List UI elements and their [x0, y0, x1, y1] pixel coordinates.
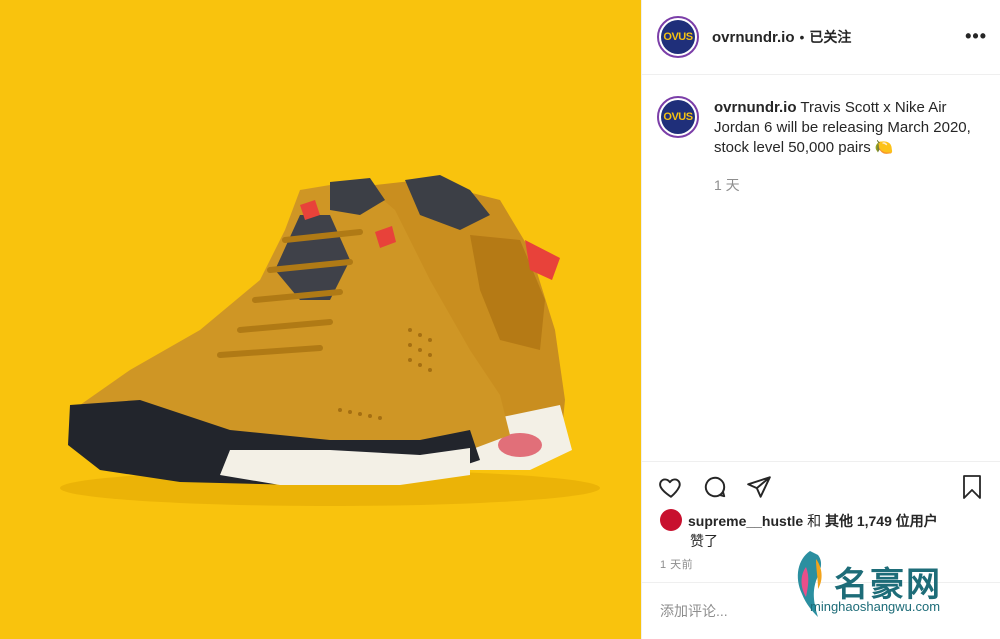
comment-input[interactable] — [660, 603, 810, 619]
avatar-logo: OVUS — [661, 100, 695, 134]
follow-status-button[interactable]: 已关注 — [809, 27, 851, 47]
caption-text: ovrnundr.io Travis Scott x Nike Air Jord… — [714, 98, 982, 158]
liker-avatar[interactable] — [660, 509, 682, 531]
liker-username[interactable]: supreme__hustle — [688, 513, 803, 529]
heart-icon[interactable] — [658, 474, 684, 500]
post-image[interactable] — [0, 0, 641, 639]
post-side-panel: OVUS ovrnundr.io • 已关注 ••• OVUS ovrnundr… — [641, 0, 1000, 639]
likes-others-link[interactable]: 其他 1,749 位用户 — [825, 513, 938, 529]
comment-icon[interactable] — [702, 474, 728, 500]
caption-username-link[interactable]: ovrnundr.io — [714, 99, 797, 116]
post-header: OVUS ovrnundr.io • 已关注 ••• — [642, 0, 1000, 75]
action-bar — [658, 474, 772, 500]
watermark-url: minghaoshangwu.com — [810, 599, 941, 614]
profile-avatar[interactable]: OVUS — [657, 16, 699, 58]
username-link[interactable]: ovrnundr.io — [712, 29, 795, 46]
actions-divider — [642, 461, 1000, 462]
sneaker-illustration — [60, 175, 600, 506]
site-watermark: 名豪网 minghaoshangwu.com — [790, 545, 990, 629]
more-options-icon[interactable]: ••• — [965, 26, 987, 47]
avatar-logo: OVUS — [661, 20, 695, 54]
caption-time: 1 天 — [714, 177, 740, 193]
share-icon[interactable] — [746, 474, 772, 500]
separator-dot: • — [799, 29, 805, 45]
caption-avatar[interactable]: OVUS — [657, 96, 699, 138]
post-timestamp[interactable]: 1 天前 — [660, 556, 693, 572]
likes-connector: 和 — [807, 513, 822, 529]
bookmark-icon[interactable] — [960, 474, 984, 500]
